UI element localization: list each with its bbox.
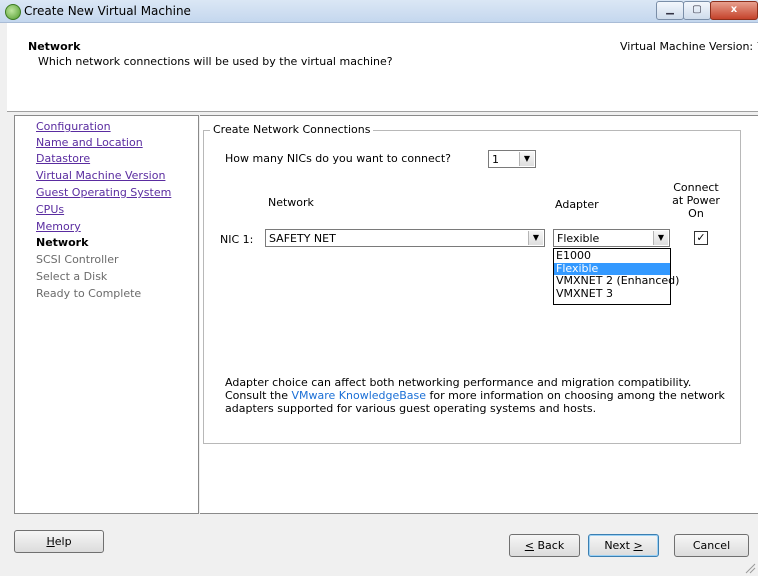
adapter-option[interactable]: VMXNET 2 (Enhanced) — [554, 275, 679, 287]
nav-step-configuration[interactable]: Configuration — [36, 120, 111, 133]
nav-step-select-a-disk: Select a Disk — [36, 270, 108, 283]
nics-count-select[interactable]: 1 ▼ — [488, 150, 536, 168]
window-title: Create New Virtual Machine — [24, 4, 191, 18]
page-title: Network — [28, 40, 81, 53]
chevron-down-icon[interactable]: ▼ — [528, 231, 543, 245]
close-button[interactable]: x — [710, 1, 758, 20]
wizard-steps-panel: Configuration Name and Location Datastore V… — [14, 115, 199, 514]
chevron-down-icon[interactable]: ▼ — [519, 152, 534, 166]
adapter-option[interactable]: Flexible — [554, 262, 670, 275]
next-button[interactable]: Next > — [588, 534, 659, 557]
cancel-button[interactable]: Cancel — [674, 534, 749, 557]
nics-count-label: How many NICs do you want to connect? — [225, 152, 451, 165]
adapter-hint-text: Adapter choice can affect both networkin… — [225, 376, 735, 415]
nav-step-scsi-controller: SCSI Controller — [36, 253, 119, 266]
adapter-option[interactable]: E1000 — [554, 250, 670, 262]
group-title: Create Network Connections — [210, 123, 374, 136]
nic1-network-value: SAFETY NET — [269, 232, 336, 245]
nav-step-cpus[interactable]: CPUs — [36, 203, 64, 216]
back-button-label: < Back — [524, 539, 565, 552]
nics-count-value: 1 — [492, 153, 499, 166]
nav-step-datastore[interactable]: Datastore — [36, 152, 90, 165]
resize-grip-icon[interactable] — [742, 560, 756, 574]
app-icon — [5, 4, 21, 20]
vm-version-label: Virtual Machine Version: 7 — [620, 40, 758, 53]
nav-step-network: Network — [36, 236, 89, 249]
nav-step-memory[interactable]: Memory — [36, 220, 81, 233]
next-button-label: Next > — [604, 539, 643, 552]
help-button-label: Help — [46, 535, 72, 548]
connect-at-power-on-checkbox[interactable]: ✓ — [694, 231, 708, 245]
adapter-option[interactable]: VMXNET 3 — [554, 287, 670, 300]
minimize-button[interactable]: ▁ — [656, 1, 684, 20]
nav-step-name-and-location[interactable]: Name and Location — [36, 136, 143, 149]
back-button[interactable]: < Back — [509, 534, 580, 557]
help-button[interactable]: Help — [14, 530, 104, 553]
nic1-adapter-select[interactable]: Flexible ▼ — [553, 229, 670, 247]
maximize-button[interactable]: ▢ — [683, 1, 711, 20]
nav-step-virtual-machine-version[interactable]: Virtual Machine Version — [36, 169, 165, 182]
adapter-column-header: Adapter — [555, 198, 599, 211]
checkmark-icon: ✓ — [696, 231, 706, 244]
nav-step-ready-to-complete: Ready to Complete — [36, 287, 142, 300]
knowledgebase-link[interactable]: VMware KnowledgeBase — [292, 389, 427, 402]
chevron-down-icon[interactable]: ▼ — [653, 231, 668, 245]
nav-step-guest-operating-system[interactable]: Guest Operating System — [36, 186, 171, 199]
page-subtitle: Which network connections will be used b… — [38, 55, 393, 68]
close-icon: x — [730, 4, 738, 15]
nic1-adapter-value: Flexible — [557, 232, 600, 245]
network-column-header: Network — [268, 196, 314, 209]
nic1-network-select[interactable]: SAFETY NET ▼ — [265, 229, 545, 247]
adapter-dropdown-list[interactable]: E1000 Flexible VMXNET 2 (Enhanced) VMXNET 3 — [553, 248, 679, 305]
connect-column-header: Connect at Power On — [672, 181, 720, 220]
nic1-label: NIC 1: — [220, 233, 254, 246]
